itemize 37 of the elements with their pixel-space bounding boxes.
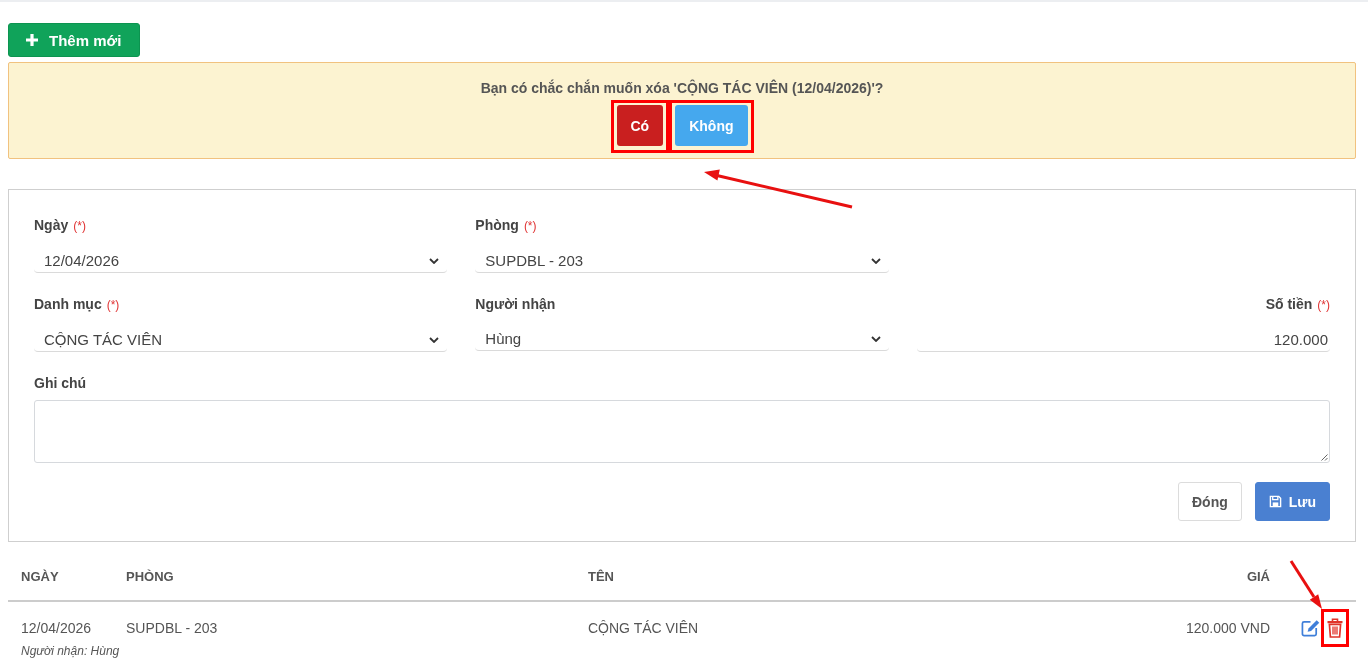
column-header: PHÒNG [126, 568, 175, 586]
chevron-down-icon [870, 335, 881, 342]
column-header: GIÁ [1245, 568, 1270, 586]
required-mark: (*) [523, 218, 537, 235]
required-mark: (*) [1317, 297, 1330, 314]
close-button[interactable]: Đóng [1178, 482, 1242, 521]
table-cell-text: CỘNG TÁC VIÊN [588, 619, 700, 637]
required-mark: (*) [73, 218, 86, 235]
trash-icon[interactable] [1327, 618, 1343, 638]
resize-grip-icon[interactable] [1320, 453, 1328, 461]
select-field[interactable]: SUPDBL - 203 [475, 249, 889, 273]
plus-icon [26, 34, 38, 46]
chevron-down-icon [429, 336, 440, 343]
edit-icon[interactable] [1301, 619, 1320, 637]
confirm-message: Bạn có chắc chắn muốn xóa 'CỘNG TÁC VIÊN (12/04/2026)'? [479, 79, 885, 97]
select-field[interactable]: Hùng [475, 327, 889, 351]
note-field[interactable] [34, 400, 1330, 463]
confirm-yes-button[interactable]: Có [616, 105, 664, 146]
required-mark: (*) [106, 297, 120, 314]
select-field[interactable]: 12/04/2026 [34, 249, 448, 273]
field-label: Danh mục [34, 295, 102, 313]
column-header: TÊN [588, 568, 615, 586]
field-label: Số tiền [1265, 295, 1313, 313]
chevron-down-icon [870, 257, 881, 264]
field-label: Phòng [475, 216, 519, 234]
select-field[interactable]: CỘNG TÁC VIÊN [34, 328, 448, 352]
field-label: Ghi chú [34, 374, 87, 392]
amount-field[interactable]: 120.000 [916, 328, 1330, 352]
column-header: NGÀY [21, 568, 60, 586]
recipient-note: Người nhận: Hùng [20, 644, 121, 659]
field-label: Người nhận [475, 295, 556, 313]
chevron-down-icon [429, 257, 440, 264]
table-cell-text: 12/04/2026 [21, 619, 93, 637]
field-label: Ngày [34, 216, 69, 234]
table-cell-text: SUPDBL - 203 [126, 619, 219, 637]
table-cell-text: 120.000 VND [1184, 619, 1270, 637]
save-button[interactable]: Lưu [1254, 482, 1330, 521]
